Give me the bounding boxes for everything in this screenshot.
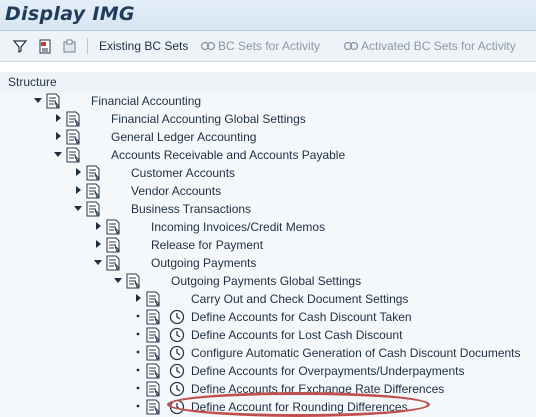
tree-item-label[interactable]: General Ledger Accounting — [111, 130, 256, 144]
documentation-icon[interactable] — [105, 219, 121, 235]
documentation-icon[interactable] — [65, 111, 81, 127]
tree-row[interactable]: Incoming Invoices/Credit Memos — [0, 218, 536, 236]
tree-item-label[interactable]: Financial Accounting — [91, 94, 201, 108]
expand-open-icon[interactable] — [113, 275, 123, 285]
tree-row[interactable]: Define Accounts for Cash Discount Taken — [0, 308, 536, 326]
tree-row[interactable]: Customer Accounts — [0, 164, 536, 182]
leaf-bullet-icon — [136, 404, 140, 408]
title-bar: Display IMG — [0, 0, 536, 31]
tree-row[interactable]: General Ledger Accounting — [0, 128, 536, 146]
tree-item-label[interactable]: Define Accounts for Exchange Rate Differ… — [191, 382, 444, 396]
expand-closed-icon[interactable] — [53, 131, 63, 141]
tree-row[interactable]: Define Account for Rounding Differences — [0, 398, 536, 416]
execute-clock-icon[interactable] — [169, 327, 185, 343]
leaf-bullet-icon — [136, 386, 140, 390]
tree-row[interactable]: Define Accounts for Overpayments/Underpa… — [0, 362, 536, 380]
tree-row[interactable]: Release for Payment — [0, 236, 536, 254]
tree-row[interactable]: Define Accounts for Lost Cash Discount — [0, 326, 536, 344]
documentation-icon[interactable] — [145, 381, 161, 397]
documentation-icon[interactable] — [65, 129, 81, 145]
tree-item-label[interactable]: Define Accounts for Lost Cash Discount — [191, 328, 402, 342]
release-notes-icon[interactable] — [61, 38, 77, 54]
tree-item-label[interactable]: Define Accounts for Overpayments/Underpa… — [191, 364, 464, 378]
expand-closed-icon[interactable] — [53, 113, 63, 123]
bc-sets-for-activity-button[interactable]: BC Sets for Activity — [218, 39, 320, 53]
tree-item-label[interactable]: Business Transactions — [131, 202, 251, 216]
img-tree: Financial Accounting Financial Accounting… — [0, 92, 536, 417]
tree-item-label[interactable]: Outgoing Payments Global Settings — [171, 274, 361, 288]
window-title: Display IMG — [5, 3, 135, 25]
documentation-icon[interactable] — [85, 183, 101, 199]
expand-closed-icon[interactable] — [73, 185, 83, 195]
documentation-icon[interactable] — [145, 345, 161, 361]
tree-item-label[interactable]: Outgoing Payments — [151, 256, 256, 270]
documentation-icon[interactable] — [45, 93, 61, 109]
documentation-icon[interactable] — [145, 309, 161, 325]
documentation-icon[interactable] — [105, 237, 121, 253]
expand-open-icon[interactable] — [53, 149, 63, 159]
existing-bc-sets-button[interactable]: Existing BC Sets — [99, 39, 188, 53]
tree-item-label[interactable]: Vendor Accounts — [131, 184, 221, 198]
leaf-bullet-icon — [136, 332, 140, 336]
leaf-bullet-icon — [136, 368, 140, 372]
execute-clock-icon[interactable] — [169, 309, 185, 325]
tree-item-label[interactable]: Carry Out and Check Document Settings — [191, 292, 408, 306]
tree-item-label[interactable]: Define Accounts for Cash Discount Taken — [191, 310, 412, 324]
leaf-bullet-icon — [136, 314, 140, 318]
expand-closed-icon[interactable] — [93, 221, 103, 231]
tree-row[interactable]: Outgoing Payments — [0, 254, 536, 272]
application-toolbar: Existing BC Sets BC Sets for Activity Ac… — [0, 31, 536, 62]
documentation-icon[interactable] — [145, 363, 161, 379]
tree-item-label[interactable]: Customer Accounts — [131, 166, 235, 180]
structure-header: Structure — [0, 72, 536, 93]
expand-closed-icon[interactable] — [73, 167, 83, 177]
tree-row[interactable]: Outgoing Payments Global Settings — [0, 272, 536, 290]
expand-open-icon[interactable] — [33, 95, 43, 105]
bc-sets-icon — [200, 41, 216, 51]
tree-item-label[interactable]: Accounts Receivable and Accounts Payable — [111, 148, 345, 162]
documentation-icon[interactable] — [37, 38, 53, 54]
documentation-icon[interactable] — [105, 255, 121, 271]
activated-bc-sets-icon — [343, 41, 359, 51]
documentation-icon[interactable] — [65, 147, 81, 163]
tree-row[interactable]: Financial Accounting — [0, 92, 536, 110]
tree-row[interactable]: Configure Automatic Generation of Cash D… — [0, 344, 536, 362]
tree-item-label[interactable]: Define Account for Rounding Differences — [191, 400, 408, 414]
tree-row[interactable]: Vendor Accounts — [0, 182, 536, 200]
execute-clock-icon[interactable] — [169, 345, 185, 361]
documentation-icon[interactable] — [85, 165, 101, 181]
documentation-icon[interactable] — [125, 273, 141, 289]
tree-row[interactable]: Accounts Receivable and Accounts Payable — [0, 146, 536, 164]
tree-item-label[interactable]: Financial Accounting Global Settings — [111, 112, 306, 126]
tree-row[interactable]: Define Accounts for Exchange Rate Differ… — [0, 380, 536, 398]
documentation-icon[interactable] — [145, 399, 161, 415]
activated-bc-sets-for-activity-button[interactable]: Activated BC Sets for Activity — [361, 39, 516, 53]
documentation-icon[interactable] — [145, 291, 161, 307]
structure-label: Structure — [8, 75, 57, 89]
tree-item-label[interactable]: Release for Payment — [151, 238, 263, 252]
execute-clock-icon[interactable] — [169, 363, 185, 379]
documentation-icon[interactable] — [85, 201, 101, 217]
filter-icon[interactable] — [12, 38, 28, 54]
expand-closed-icon[interactable] — [93, 239, 103, 249]
leaf-bullet-icon — [136, 350, 140, 354]
documentation-icon[interactable] — [145, 327, 161, 343]
tree-item-label[interactable]: Configure Automatic Generation of Cash D… — [191, 346, 521, 360]
tree-row[interactable]: Carry Out and Check Document Settings — [0, 290, 536, 308]
expand-open-icon[interactable] — [93, 257, 103, 267]
execute-clock-icon[interactable] — [169, 381, 185, 397]
toolbar-separator — [87, 38, 88, 54]
tree-row[interactable]: Financial Accounting Global Settings — [0, 110, 536, 128]
tree-row[interactable]: Business Transactions — [0, 200, 536, 218]
execute-clock-icon[interactable] — [169, 399, 185, 415]
tree-item-label[interactable]: Incoming Invoices/Credit Memos — [151, 220, 325, 234]
expand-closed-icon[interactable] — [133, 293, 143, 303]
expand-open-icon[interactable] — [73, 203, 83, 213]
